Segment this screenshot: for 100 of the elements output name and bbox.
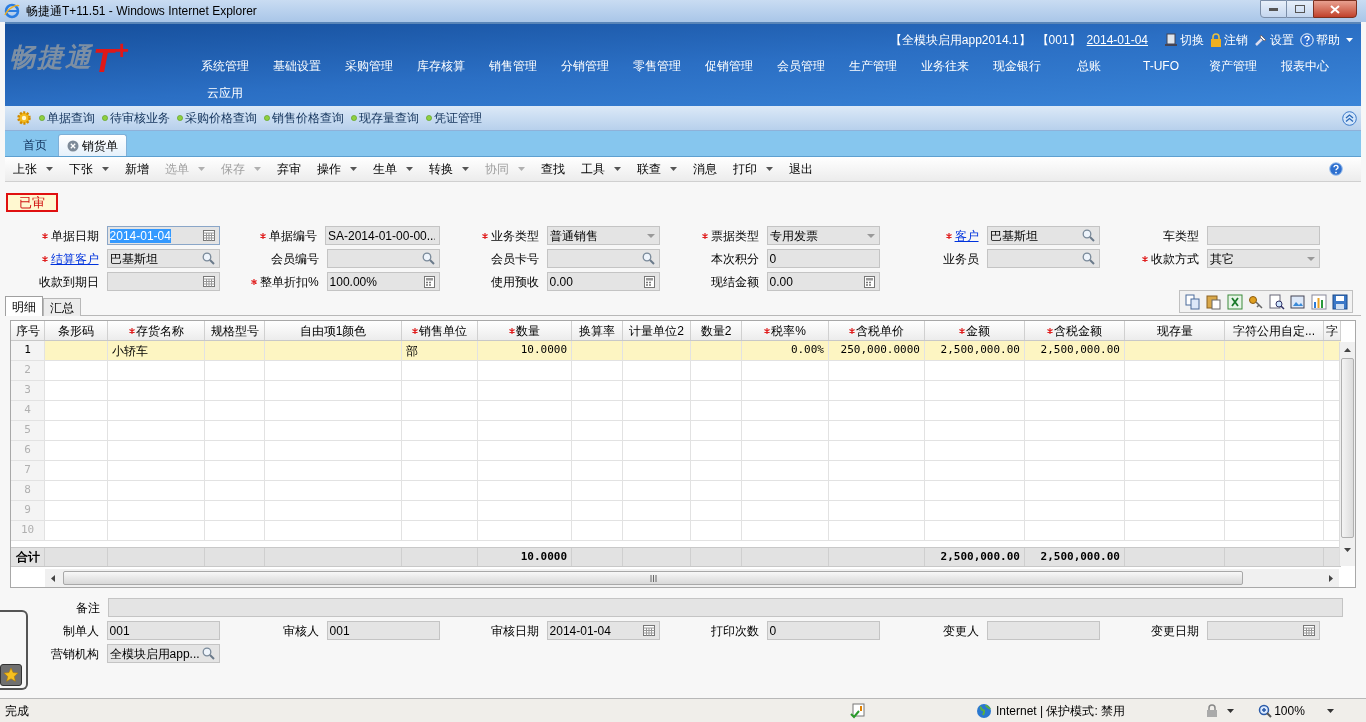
input-field[interactable]: 巴基斯坦 — [986, 226, 1100, 245]
input-field[interactable] — [106, 272, 220, 291]
column-header[interactable]: 税率% — [771, 321, 806, 340]
input-field[interactable]: 巴基斯坦 — [106, 249, 220, 268]
toolbar-button[interactable]: 操作 — [317, 160, 357, 178]
nav-menu-item[interactable]: 零售管理 — [621, 52, 693, 79]
input-field[interactable]: SA-2014-01-00-00... — [325, 226, 440, 245]
input-field[interactable] — [986, 249, 1100, 268]
protected-mode-button[interactable] — [1205, 703, 1235, 718]
nav-menu-item[interactable]: 报表中心 — [1269, 52, 1341, 79]
favorites-tab[interactable] — [0, 610, 28, 690]
input-field[interactable] — [1206, 226, 1320, 245]
input-field[interactable]: 100.00% — [326, 272, 440, 291]
quick-link[interactable]: 待审核业务 — [102, 109, 170, 127]
toolbar-button[interactable]: 退出 — [789, 160, 813, 178]
column-header[interactable]: 字 — [1326, 321, 1338, 340]
nav-menu-item[interactable]: 业务往来 — [909, 52, 981, 79]
nav-menu-item[interactable]: 销售管理 — [477, 52, 549, 79]
toolbar-button[interactable]: 新增 — [125, 160, 149, 178]
column-header[interactable]: 换算率 — [579, 321, 615, 340]
tab[interactable]: 汇总 — [43, 298, 81, 316]
nav-menu-item[interactable]: 基础设置 — [261, 52, 333, 79]
nav-menu-item[interactable]: 生产管理 — [837, 52, 909, 79]
input-field[interactable]: 0.00 — [546, 272, 660, 291]
nav-menu-item[interactable]: 库存核算 — [405, 52, 477, 79]
header-action[interactable]: 设置 — [1254, 31, 1294, 49]
tab[interactable]: 明细 — [5, 296, 43, 316]
toolbar-button[interactable]: 工具 — [581, 160, 621, 178]
nav-menu-item[interactable]: 系统管理 — [189, 52, 261, 79]
header-action[interactable]: 切换 — [1164, 31, 1204, 49]
toolbar-button[interactable]: 上张 — [13, 160, 53, 178]
nav-menu-item[interactable]: 会员管理 — [765, 52, 837, 79]
input-field[interactable]: 2014-01-04 — [546, 621, 660, 640]
header-action[interactable]: 帮助 — [1300, 31, 1340, 49]
input-field[interactable]: 全模块启用app... — [106, 644, 220, 663]
column-header[interactable]: 销售单位 — [419, 321, 467, 340]
column-header[interactable]: 含税单价 — [856, 321, 904, 340]
input-field[interactable]: 001 — [106, 621, 220, 640]
column-header[interactable]: 数量 — [516, 321, 540, 340]
nav-menu-item[interactable]: 资产管理 — [1197, 52, 1269, 79]
input-field[interactable]: 0 — [766, 621, 880, 640]
nav-menu-item[interactable]: 云应用 — [189, 79, 261, 106]
column-header[interactable]: 计量单位2 — [629, 321, 684, 340]
field-link[interactable]: 客户 — [954, 226, 979, 245]
toolbar-button[interactable]: 消息 — [693, 160, 717, 178]
horizontal-scrollbar[interactable] — [45, 569, 1339, 587]
input-field[interactable] — [986, 621, 1100, 640]
dropdown-field[interactable]: 其它 — [1206, 249, 1320, 268]
input-field[interactable] — [108, 598, 1343, 617]
input-field[interactable] — [1206, 621, 1320, 640]
toolbar-button[interactable] — [1267, 292, 1286, 311]
help-icon[interactable] — [1329, 162, 1343, 176]
date-link[interactable]: 2014-01-04 — [1086, 31, 1148, 49]
nav-menu-item[interactable]: 现金银行 — [981, 52, 1053, 79]
column-header[interactable]: 含税金额 — [1054, 321, 1102, 340]
input-field[interactable]: 0 — [766, 249, 880, 268]
quick-link[interactable]: 单据查询 — [39, 109, 95, 127]
dropdown-field[interactable]: 普通销售 — [546, 226, 660, 245]
nav-menu-item[interactable]: T-UFO — [1125, 52, 1197, 79]
column-header[interactable]: 现存量 — [1156, 321, 1193, 340]
quick-link[interactable]: 现存量查询 — [351, 109, 419, 127]
nav-menu-item[interactable]: 采购管理 — [333, 52, 405, 79]
column-header[interactable]: 自由项1颜色 — [299, 321, 367, 340]
quick-link[interactable]: 销售价格查询 — [264, 109, 344, 127]
scroll-thumb[interactable] — [63, 571, 1243, 585]
toolbar-button[interactable] — [1330, 292, 1349, 311]
input-field[interactable]: 001 — [326, 621, 440, 640]
dropdown-field[interactable]: 专用发票 — [766, 226, 880, 245]
scroll-thumb[interactable] — [1341, 358, 1354, 538]
tab[interactable]: 销货单 — [58, 134, 127, 156]
column-header[interactable]: 序号 — [15, 321, 40, 340]
zoom-button[interactable]: 100% — [1258, 701, 1334, 720]
tab[interactable]: 首页 — [15, 134, 55, 156]
header-action[interactable]: 注销 — [1210, 31, 1248, 49]
maximize-button[interactable] — [1287, 0, 1313, 18]
quick-link[interactable]: 凭证管理 — [426, 109, 482, 127]
column-header[interactable]: 存货名称 — [135, 321, 184, 340]
input-field[interactable]: 0.00 — [766, 272, 880, 291]
column-header[interactable]: 数量2 — [700, 321, 732, 340]
toolbar-button[interactable]: 弃审 — [277, 160, 301, 178]
toolbar-button[interactable]: 转换 — [429, 160, 469, 178]
column-header[interactable]: 金额 — [966, 321, 990, 340]
input-field[interactable] — [326, 249, 440, 268]
input-field[interactable] — [546, 249, 660, 268]
toolbar-button[interactable]: 查找 — [541, 160, 565, 178]
close-icon[interactable] — [67, 139, 79, 152]
nav-menu-item[interactable]: 总账 — [1053, 52, 1125, 79]
close-button[interactable] — [1313, 0, 1357, 18]
toolbar-button[interactable]: 打印 — [733, 160, 773, 178]
minimize-button[interactable] — [1260, 0, 1287, 18]
toolbar-button[interactable]: 生单 — [373, 160, 413, 178]
table-row[interactable]: 1 小轿车 部 10.0000 0.00% 250,000.0000 2,500,000.00 2,500,000.00 — [11, 341, 1341, 361]
vertical-scrollbar[interactable] — [1339, 342, 1355, 566]
collapse-icon[interactable] — [1342, 110, 1357, 126]
nav-menu-item[interactable]: 分销管理 — [549, 52, 621, 79]
quick-link[interactable]: 采购价格查询 — [177, 109, 257, 127]
nav-menu-item[interactable]: 促销管理 — [693, 52, 765, 79]
field-link[interactable]: 结算客户 — [50, 249, 99, 268]
column-header[interactable]: 条形码 — [58, 321, 94, 340]
toolbar-button[interactable]: 联查 — [637, 160, 677, 178]
